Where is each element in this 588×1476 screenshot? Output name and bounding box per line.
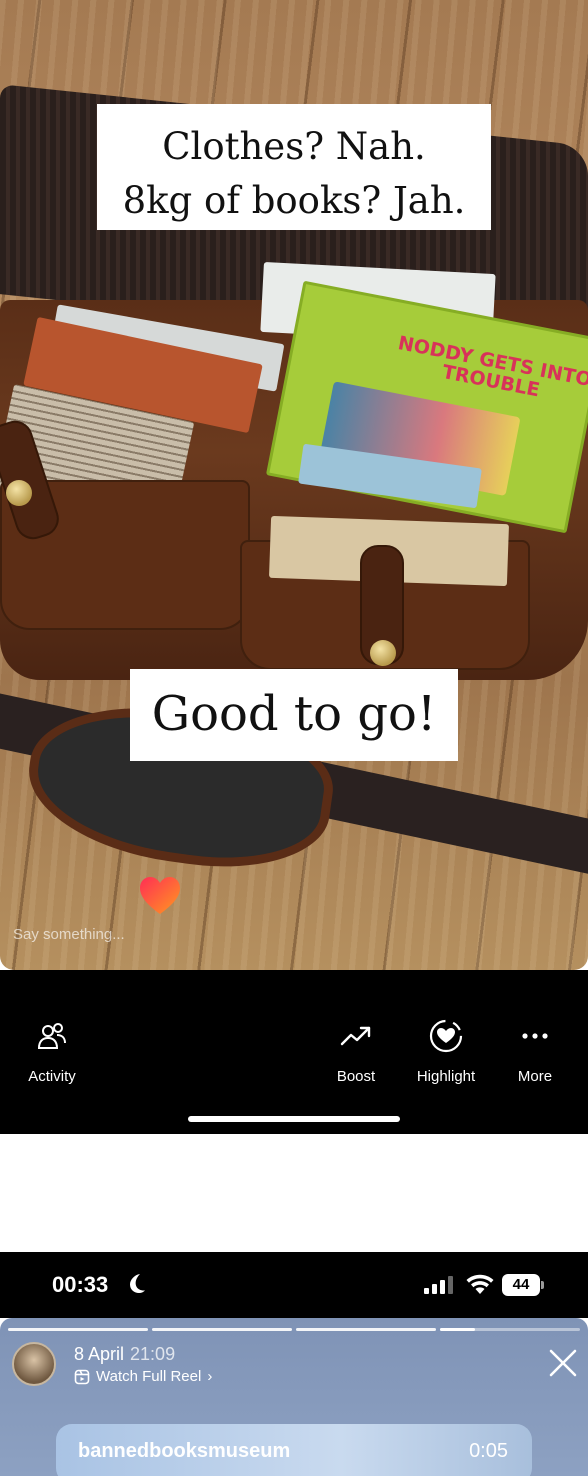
close-icon[interactable]: [546, 1346, 580, 1380]
story-progress-segment: [296, 1328, 436, 1331]
cellular-signal-icon: [424, 1276, 453, 1294]
caption-top-line-2: 8kg of books? Jah.: [122, 179, 466, 222]
chevron-right-icon: ›: [207, 1368, 213, 1385]
battery-icon: 44: [502, 1274, 544, 1296]
moon-icon: [130, 1274, 145, 1293]
heart-reaction-icon: [140, 877, 180, 914]
story-viewer[interactable]: 8 April 21:09 Watch Full Reel › bannedboo…: [0, 1318, 588, 1476]
watch-full-reel-link[interactable]: Watch Full Reel ›: [74, 1368, 212, 1385]
activity-label: Activity: [28, 1068, 76, 1085]
brass-stud: [370, 640, 396, 666]
story-time: 21:09: [130, 1344, 176, 1364]
people-icon: [32, 1016, 72, 1056]
reply-input[interactable]: Say something...: [13, 926, 125, 943]
more-dots-icon: [515, 1016, 555, 1056]
watch-full-reel-label: Watch Full Reel: [96, 1368, 202, 1385]
brass-stud: [6, 480, 32, 506]
story-progress-segment: [8, 1328, 148, 1331]
story-actions-bar: Activity Boost Highlight More: [0, 970, 588, 1134]
screenshot-separator: [0, 1134, 588, 1252]
wifi-icon: [466, 1274, 494, 1294]
highlight-heart-icon: [426, 1016, 466, 1056]
caption-bottom: Good to go!: [130, 669, 458, 761]
story-date: 8 April: [74, 1344, 125, 1364]
status-bar: 00:33 44: [0, 1252, 588, 1318]
trending-up-icon: [336, 1016, 376, 1056]
avatar[interactable]: [12, 1342, 56, 1386]
more-label: More: [517, 1068, 553, 1085]
more-button[interactable]: More: [510, 1016, 560, 1085]
boost-button[interactable]: Boost: [326, 1016, 386, 1085]
activity-button[interactable]: Activity: [22, 1016, 82, 1085]
battery-level: 44: [502, 1274, 540, 1296]
reel-icon: [74, 1369, 90, 1384]
reel-username: bannedbooksmuseum: [78, 1440, 291, 1462]
reel-duration: 0:05: [469, 1440, 508, 1462]
highlight-label: Highlight: [416, 1068, 476, 1085]
caption-top: Clothes? Nah. 8kg of books? Jah.: [97, 104, 491, 230]
story-media[interactable]: NODDY GETS INTO TROUBLE Clothes? Nah. 8k…: [0, 0, 588, 970]
story-progress-segment-current: [440, 1328, 580, 1331]
status-time: 00:33: [52, 1272, 109, 1297]
boost-label: Boost: [336, 1068, 376, 1085]
story-timestamp: 8 April 21:09: [74, 1344, 175, 1365]
reel-preview-card[interactable]: bannedbooksmuseum 0:05: [56, 1424, 532, 1476]
home-indicator[interactable]: [188, 1116, 400, 1122]
caption-top-line-1: Clothes? Nah.: [162, 125, 426, 168]
highlight-button[interactable]: Highlight: [408, 1016, 484, 1085]
story-progress-segment: [152, 1328, 292, 1331]
